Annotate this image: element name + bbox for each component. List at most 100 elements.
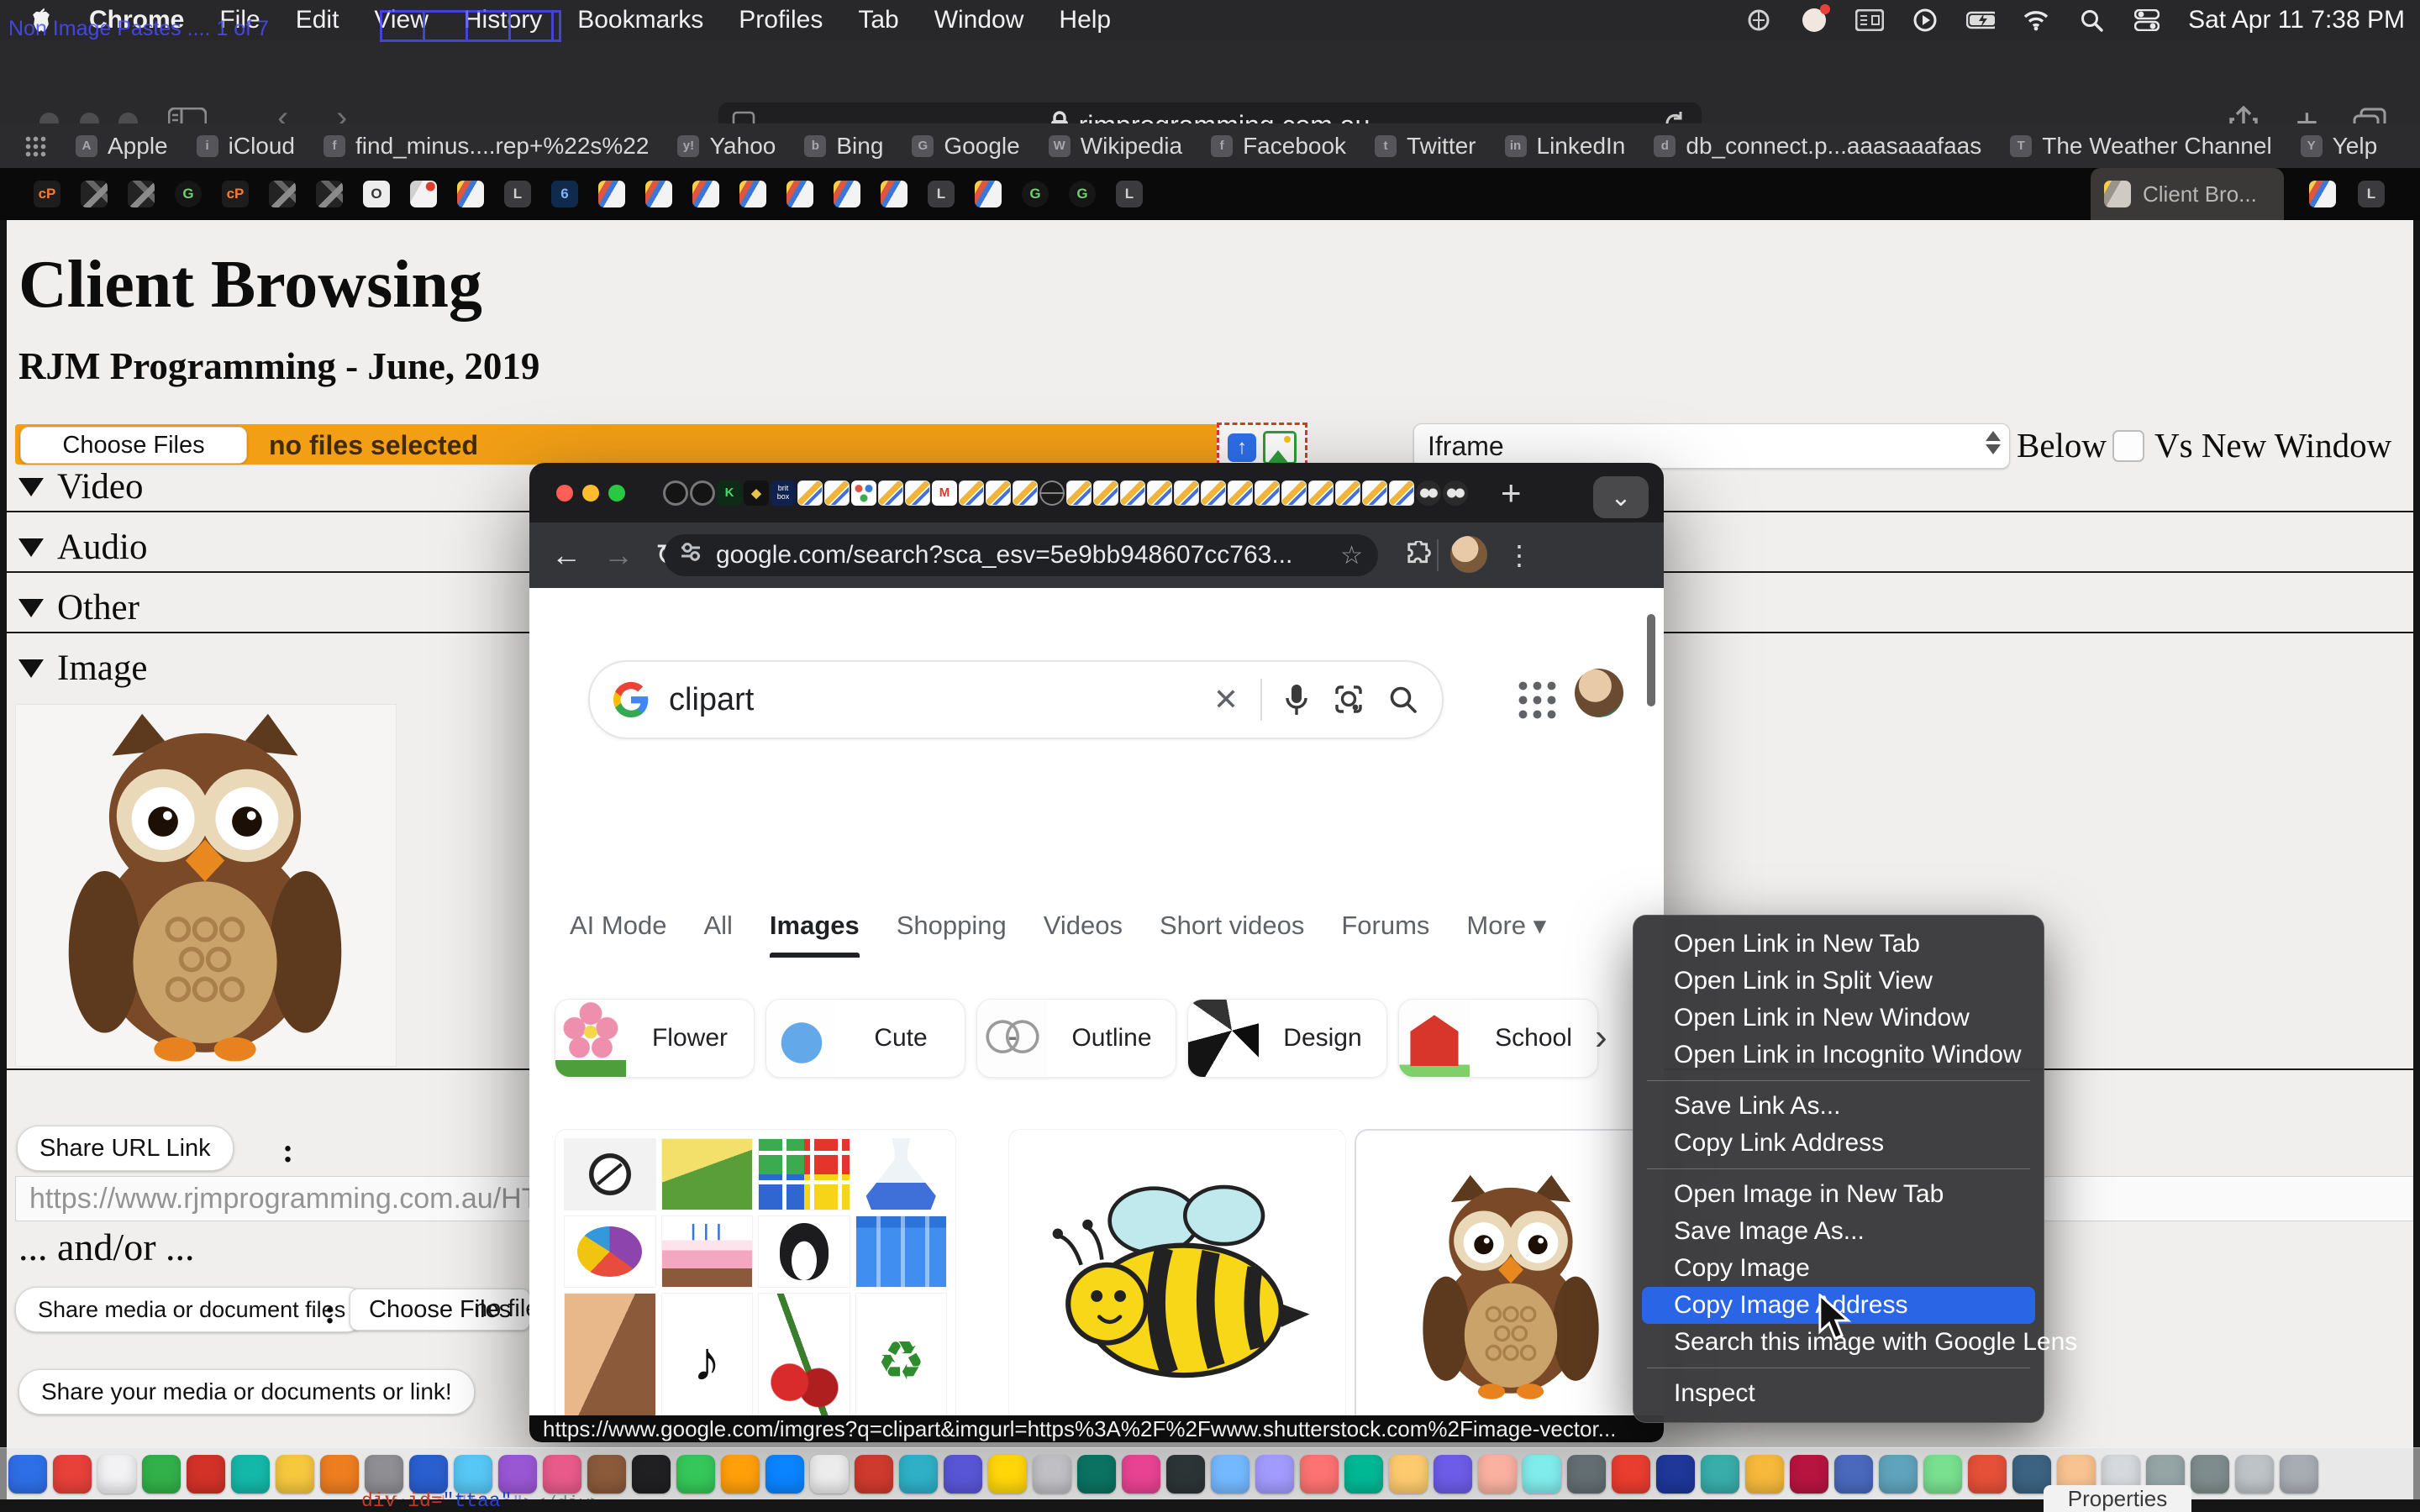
dock-app-3[interactable] xyxy=(97,1455,136,1494)
properties-panel-tab[interactable]: Properties xyxy=(2044,1485,2191,1512)
dock-app-50[interactable] xyxy=(2191,1455,2229,1494)
inner-new-tab-button[interactable]: + xyxy=(1501,473,1522,513)
dock-app-45[interactable] xyxy=(1968,1455,2007,1494)
inner-tab-favicon-doc2[interactable] xyxy=(1308,480,1334,506)
inner-tab-favicon-doc2[interactable] xyxy=(905,480,930,506)
bookmark-item[interactable]: y!Yahoo xyxy=(677,133,776,160)
share-submit-button[interactable]: Share your media or documents or link! xyxy=(18,1369,475,1415)
dock-app-32[interactable] xyxy=(1389,1455,1428,1494)
section-video[interactable]: Video xyxy=(18,466,144,507)
menu-item-bookmarks[interactable]: Bookmarks xyxy=(577,6,703,34)
inner-tab-favicon-feet[interactable] xyxy=(1443,480,1468,506)
inner-tab-favicon-brit[interactable]: brit box xyxy=(771,480,796,506)
google-search-box[interactable]: clipart ✕ xyxy=(588,660,1444,739)
tab-favicon-doc[interactable] xyxy=(2309,181,2336,207)
inner-tab-favicon-doc2[interactable] xyxy=(1013,480,1038,506)
tab-favicon-g[interactable]: G xyxy=(1069,181,1096,207)
tab-favicon-doc[interactable] xyxy=(881,181,908,207)
context-menu-item-open-image-in-new-tab[interactable]: Open Image in New Tab xyxy=(1634,1176,2044,1213)
dock-app-28[interactable] xyxy=(1211,1455,1249,1494)
tab-shopping[interactable]: Shopping xyxy=(897,911,1007,946)
bookmark-item[interactable]: ffind_minus....rep+%22s%22 xyxy=(324,133,649,160)
bookmark-item[interactable]: GGoogle xyxy=(912,133,1019,160)
tab-favicon-doc[interactable] xyxy=(598,181,625,207)
google-account-avatar[interactable] xyxy=(1575,669,1623,717)
inner-tab-favicon-doc2[interactable] xyxy=(1066,480,1092,506)
dock-app-7[interactable] xyxy=(276,1455,314,1494)
dock-app-43[interactable] xyxy=(1879,1455,1918,1494)
inner-tab-favicon-globe[interactable] xyxy=(1039,480,1065,506)
inner-tab-favicon-doc2[interactable] xyxy=(1174,480,1199,506)
google-apps-icon[interactable] xyxy=(1514,677,1556,719)
dock-app-41[interactable] xyxy=(1790,1455,1828,1494)
section-audio[interactable]: Audio xyxy=(18,527,148,568)
dock-app-11[interactable] xyxy=(454,1455,492,1494)
extensions-icon[interactable] xyxy=(1405,541,1432,572)
inner-tab-favicon-doc2[interactable] xyxy=(1335,480,1360,506)
dock-app-13[interactable] xyxy=(543,1455,581,1494)
inner-tab-favicon-doc2[interactable] xyxy=(1228,480,1253,506)
tab-favicon-doc[interactable] xyxy=(975,181,1002,207)
bookmark-item[interactable]: tTwitter xyxy=(1375,133,1476,160)
inner-tab-favicon-dk[interactable] xyxy=(690,480,715,506)
tab-favicon-doc[interactable] xyxy=(692,181,719,207)
section-image[interactable]: Image xyxy=(18,648,147,689)
tab-favicon-g[interactable]: G xyxy=(1022,181,1049,207)
dock-app-30[interactable] xyxy=(1300,1455,1339,1494)
menu-item-help[interactable]: Help xyxy=(1059,6,1111,34)
profile-avatar[interactable] xyxy=(1450,536,1487,573)
dock-app-17[interactable] xyxy=(721,1455,760,1494)
dock-app-51[interactable] xyxy=(2235,1455,2274,1494)
dock-app-5[interactable] xyxy=(187,1455,225,1494)
inner-tab-favicon-doc2[interactable] xyxy=(797,480,823,506)
image-result-collage[interactable] xyxy=(555,1129,956,1438)
bookmark-item[interactable]: YYelp xyxy=(2301,133,2377,160)
dock-app-40[interactable] xyxy=(1745,1455,1784,1494)
dock-app-38[interactable] xyxy=(1656,1455,1695,1494)
dock-app-2[interactable] xyxy=(53,1455,92,1494)
dock-app-42[interactable] xyxy=(1834,1455,1873,1494)
filter-chip-design[interactable]: Design xyxy=(1187,999,1387,1078)
dock-app-18[interactable] xyxy=(765,1455,804,1494)
shared-image-preview[interactable] xyxy=(15,704,397,1067)
dock-app-15[interactable] xyxy=(632,1455,671,1494)
active-tab[interactable]: Client Bro... xyxy=(2091,168,2284,220)
tab-forums[interactable]: Forums xyxy=(1341,911,1429,946)
tab-favicon-six[interactable]: 6 xyxy=(551,181,578,207)
dock-app-31[interactable] xyxy=(1344,1455,1383,1494)
control-center-icon[interactable] xyxy=(2133,6,2161,34)
filter-chip-flower[interactable]: Flower xyxy=(555,999,755,1078)
context-menu-item-open-link-in-new-tab[interactable]: Open Link in New Tab xyxy=(1634,926,2044,963)
chips-scroll-arrow[interactable]: › xyxy=(1595,1016,1607,1058)
bookmark-star-icon[interactable]: ☆ xyxy=(1340,541,1363,570)
tab-favicon-doc[interactable] xyxy=(739,181,766,207)
inner-scrollbar-thumb[interactable] xyxy=(1647,614,1655,706)
clear-search-icon[interactable]: ✕ xyxy=(1213,682,1239,717)
bookmark-item[interactable]: bBing xyxy=(804,133,883,160)
dock-app-29[interactable] xyxy=(1255,1455,1294,1494)
tune-icon[interactable] xyxy=(679,540,702,570)
dock-app-25[interactable] xyxy=(1077,1455,1116,1494)
keyboard-icon[interactable] xyxy=(1855,6,1884,34)
filter-chip-school[interactable]: School xyxy=(1398,999,1598,1078)
dock-app-26[interactable] xyxy=(1122,1455,1160,1494)
dock-app-4[interactable] xyxy=(142,1455,181,1494)
context-menu-item-save-link-as-[interactable]: Save Link As... xyxy=(1634,1088,2044,1125)
dock-app-44[interactable] xyxy=(1923,1455,1962,1494)
inner-tab-favicon-dots[interactable] xyxy=(851,480,876,506)
tab-favicon-doc[interactable] xyxy=(834,181,860,207)
context-menu-item-copy-link-address[interactable]: Copy Link Address xyxy=(1634,1125,2044,1162)
tab-more-[interactable]: More ▾ xyxy=(1466,911,1546,946)
dock-app-39[interactable] xyxy=(1701,1455,1739,1494)
menu-item-edit[interactable]: Edit xyxy=(296,6,339,34)
tab-favicon-cp[interactable]: cP xyxy=(34,181,60,207)
dock-app-16[interactable] xyxy=(676,1455,715,1494)
tab-ai-mode[interactable]: AI Mode xyxy=(570,911,666,946)
tab-short-videos[interactable]: Short videos xyxy=(1160,911,1304,946)
search-query[interactable]: clipart xyxy=(669,682,1213,718)
menu-item-profiles[interactable]: Profiles xyxy=(739,6,823,34)
dock-app-8[interactable] xyxy=(320,1455,359,1494)
tab-favicon-l[interactable]: L xyxy=(1116,181,1143,207)
tab-images[interactable]: Images xyxy=(770,911,860,946)
lens-search-icon[interactable] xyxy=(1333,684,1365,716)
